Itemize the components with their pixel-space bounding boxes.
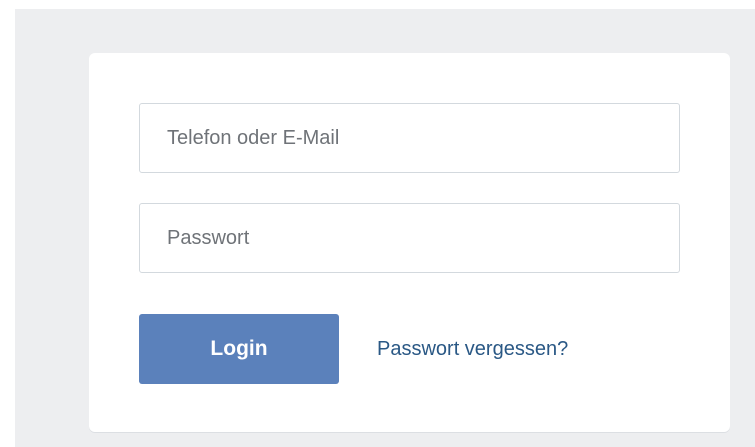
login-card: Login Passwort vergessen?	[89, 53, 730, 432]
password-input[interactable]	[139, 203, 680, 273]
forgot-password-link[interactable]: Passwort vergessen?	[377, 335, 568, 363]
phone-email-input[interactable]	[139, 103, 680, 173]
page-background: Login Passwort vergessen?	[15, 9, 755, 447]
login-button[interactable]: Login	[139, 314, 339, 384]
